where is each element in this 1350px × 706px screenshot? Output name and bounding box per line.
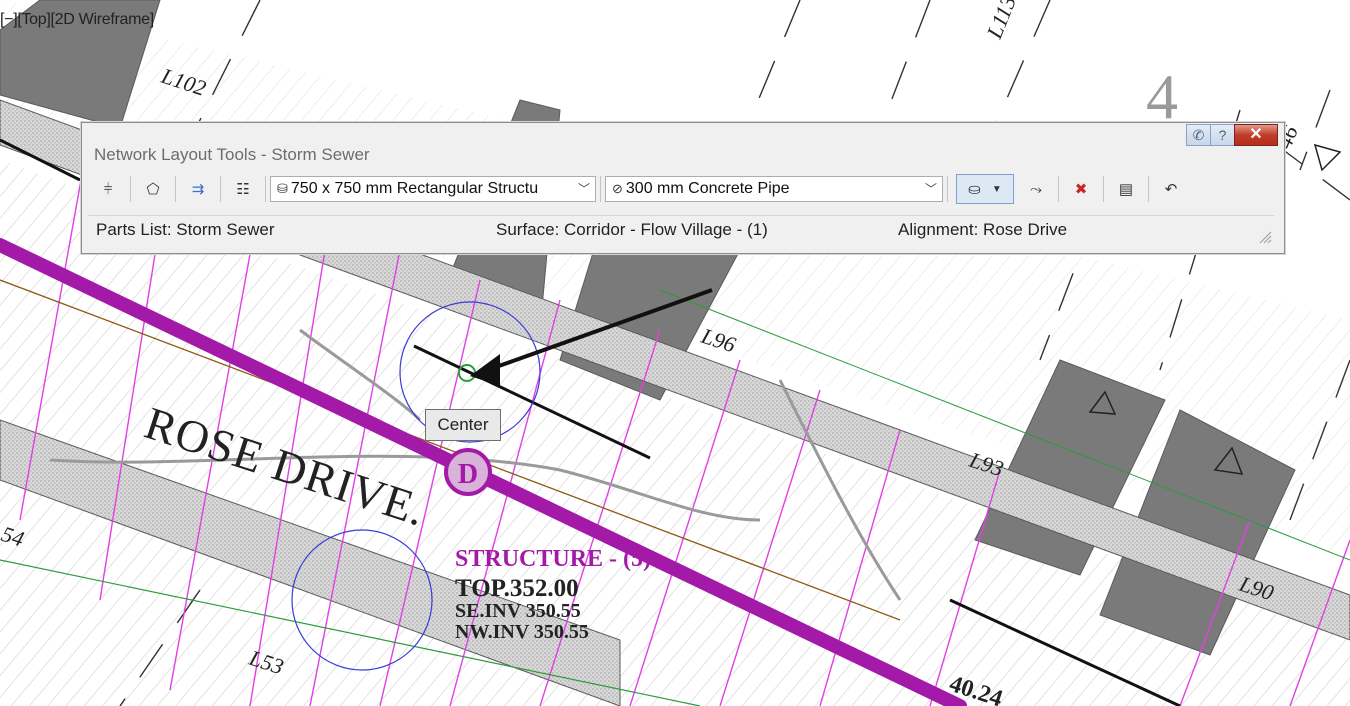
- draw-pipes-structures-icon: ⛀: [968, 181, 981, 198]
- parts-list-status: Parts List: Storm Sewer: [96, 220, 275, 239]
- structure-marker[interactable]: D: [444, 448, 492, 496]
- undo-button[interactable]: ↶: [1157, 176, 1185, 202]
- structure-title: STRUCTURE - (5): [455, 546, 651, 572]
- window-title-bar[interactable]: Network Layout Tools - Storm Sewer ✆ ? ✕: [82, 123, 1284, 167]
- pipe-select-value: 300 mm Concrete Pipe: [625, 180, 790, 197]
- structure-icon: ⛁: [277, 181, 288, 196]
- toolbar-separator: [600, 176, 601, 202]
- select-surface-button[interactable]: ⬠: [139, 176, 167, 202]
- parts-list-button[interactable]: ☷: [229, 176, 257, 202]
- help-button[interactable]: ?: [1210, 124, 1234, 146]
- toolbar-separator: [947, 176, 948, 202]
- structure-top: TOP.352.00: [455, 575, 579, 602]
- lot-label-l113: L113: [981, 0, 1021, 43]
- toolbar-separator: [265, 176, 266, 202]
- structure-marker-label: D: [458, 459, 478, 490]
- status-bar: Parts List: Storm Sewer Surface: Corrido…: [88, 215, 1274, 246]
- structure-nw-invert: NW.INV 350.55: [455, 621, 589, 643]
- alignment-status: Alignment: Rose Drive: [898, 220, 1068, 239]
- dropdown-arrow-icon[interactable]: ▼: [992, 184, 1002, 195]
- network-layout-tools-window[interactable]: Network Layout Tools - Storm Sewer ✆ ? ✕…: [81, 122, 1285, 254]
- surface-status: Surface: Corridor - Flow Village - (1): [496, 220, 768, 239]
- select-alignment-button[interactable]: ⇉: [184, 176, 212, 202]
- toolbar-separator: [220, 176, 221, 202]
- structure-select[interactable]: ⛁ 750 x 750 mm Rectangular Structu ﹀: [270, 176, 596, 202]
- pipe-icon: ⊘: [612, 181, 623, 196]
- window-controls: ✆ ? ✕: [1186, 124, 1278, 146]
- panorama-button[interactable]: ▤: [1112, 176, 1140, 202]
- toolbar-row: ⫩ ⬠ ⇉ ☷ ⛁ 750 x 750 mm Rectangular Struc…: [90, 172, 1274, 206]
- undo-icon: ↶: [1164, 181, 1178, 198]
- toolbar-separator: [130, 176, 131, 202]
- resize-grip-icon[interactable]: [1258, 230, 1272, 244]
- window-title: Network Layout Tools - Storm Sewer: [94, 145, 370, 164]
- chevron-down-icon[interactable]: ﹀: [573, 177, 595, 201]
- network-properties-icon: ⫩: [103, 180, 113, 198]
- select-surface-icon: ⬠: [146, 181, 160, 198]
- toolbar-separator: [1058, 176, 1059, 202]
- structure-select-value: 750 x 750 mm Rectangular Structu: [290, 180, 539, 197]
- structure-se-invert: SE.INV 350.55: [455, 600, 581, 622]
- select-alignment-icon: ⇉: [191, 181, 205, 198]
- parts-list-icon: ☷: [236, 181, 250, 198]
- chevron-down-icon[interactable]: ﹀: [920, 177, 942, 201]
- panorama-icon: ▤: [1118, 181, 1134, 198]
- snap-tooltip: Center: [425, 409, 501, 441]
- toggle-upslope-icon: ⤳: [1029, 180, 1042, 198]
- close-button[interactable]: ✕: [1234, 124, 1278, 146]
- drawing-canvas[interactable]: D L102 L113 L96 L93 L90 L53 54 46 4 40.2…: [0, 0, 1350, 706]
- pipe-select[interactable]: ⊘ 300 mm Concrete Pipe ﹀: [605, 176, 943, 202]
- viewport-controls-label[interactable]: [−][Top][2D Wireframe]: [0, 11, 154, 29]
- toggle-upslope-button[interactable]: ⤳: [1022, 176, 1050, 202]
- toolbar-separator: [175, 176, 176, 202]
- pin-icon[interactable]: ✆: [1186, 124, 1210, 146]
- toolbar-separator: [1148, 176, 1149, 202]
- delete-part-button[interactable]: ✖: [1067, 176, 1095, 202]
- draw-pipes-structures-button[interactable]: ⛀ ▼: [956, 174, 1014, 204]
- toolbar-separator: [1103, 176, 1104, 202]
- network-properties-button[interactable]: ⫩: [94, 176, 122, 202]
- delete-part-icon: ✖: [1074, 181, 1088, 198]
- drawing-viewport[interactable]: D L102 L113 L96 L93 L90 L53 54 46 4 40.2…: [0, 0, 1350, 706]
